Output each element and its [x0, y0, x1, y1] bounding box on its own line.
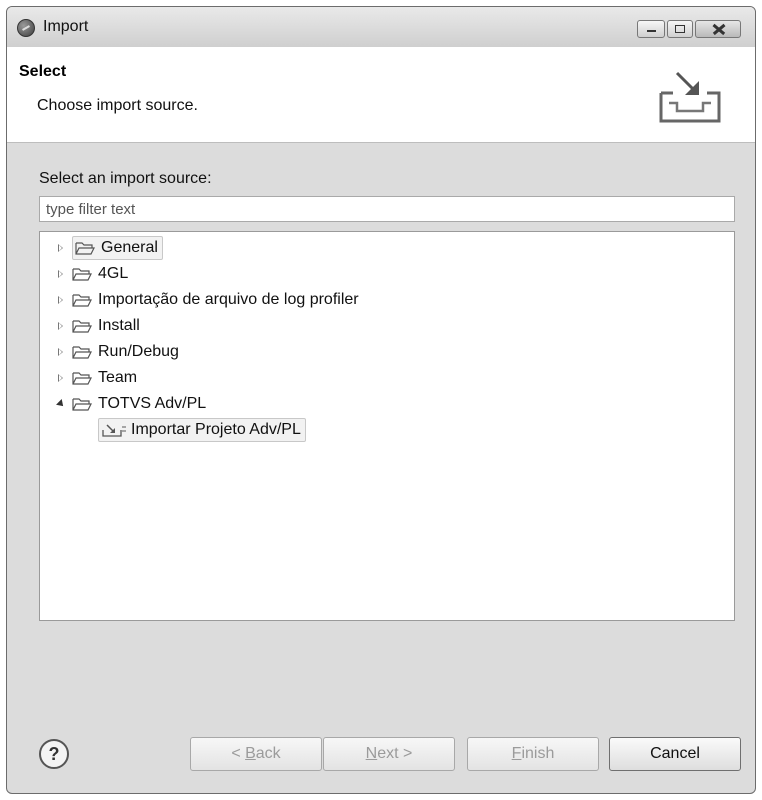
page-title: Select [19, 63, 67, 80]
tree-item-general[interactable]: General [54, 236, 163, 260]
selection-highlight: Importar Projeto Adv/PL [98, 418, 306, 442]
finish-button-mnemonic: F [511, 745, 522, 762]
expand-icon[interactable] [54, 319, 68, 333]
tree-item-label: General [101, 239, 158, 256]
tree-item-label: Team [98, 369, 138, 386]
tree-item-label: 4GL [98, 265, 129, 282]
tree-item-4gl[interactable]: 4GL [54, 262, 128, 286]
folder-icon [72, 398, 92, 411]
import-dialog: Import Select Choose import source. Sele… [6, 6, 756, 794]
filter-input[interactable] [39, 196, 735, 222]
next-button[interactable]: Next > [323, 737, 455, 771]
back-button-label: ack [255, 745, 281, 762]
tree-item-label: Importar Projeto Adv/PL [131, 421, 301, 438]
tree-item-label: TOTVS Adv/PL [98, 395, 207, 412]
next-button-mnemonic: N [365, 745, 378, 762]
page-description: Choose import source. [37, 97, 198, 114]
import-source-tree[interactable]: General 4GL Importação de arquivo de log… [39, 231, 735, 621]
back-button-mnemonic: B [245, 745, 256, 762]
eclipse-icon [17, 19, 35, 37]
tree-item-label: Run/Debug [98, 343, 179, 360]
close-button[interactable] [695, 20, 741, 38]
tree-item-importar-projeto[interactable]: Importar Projeto Adv/PL [98, 418, 306, 442]
back-button-prefix: < [231, 745, 246, 762]
minimize-button[interactable] [637, 20, 665, 38]
tree-item-totvs-advpl[interactable]: TOTVS Adv/PL [54, 392, 206, 416]
folder-icon [72, 346, 92, 359]
cancel-button[interactable]: Cancel [609, 737, 741, 771]
tree-item-log-profiler[interactable]: Importação de arquivo de log profiler [54, 288, 359, 312]
expand-icon[interactable] [54, 241, 68, 255]
expand-icon[interactable] [54, 293, 68, 307]
title-bar: Import [7, 7, 755, 48]
tree-item-team[interactable]: Team [54, 366, 137, 390]
window-title: Import [43, 18, 89, 35]
help-icon[interactable]: ? [39, 739, 69, 769]
selection-highlight: General [72, 236, 163, 260]
collapse-icon[interactable] [54, 397, 68, 411]
folder-icon [72, 268, 92, 281]
wizard-header: Select Choose import source. [7, 47, 755, 143]
tree-item-run-debug[interactable]: Run/Debug [54, 340, 179, 364]
finish-button[interactable]: Finish [467, 737, 599, 771]
import-project-icon [102, 424, 126, 437]
expand-icon[interactable] [54, 267, 68, 281]
expand-icon[interactable] [54, 371, 68, 385]
folder-icon [72, 320, 92, 333]
import-source-label-text: Select an import source: [39, 170, 212, 187]
import-wizard-icon [659, 71, 721, 123]
tree-item-label: Install [98, 317, 140, 334]
finish-button-label: inish [521, 745, 555, 762]
expand-icon[interactable] [54, 345, 68, 359]
tree-item-label: Importação de arquivo de log profiler [98, 291, 359, 308]
tree-item-install[interactable]: Install [54, 314, 140, 338]
import-source-label: Select an import source: [39, 170, 212, 188]
back-button[interactable]: < Back [190, 737, 322, 771]
maximize-button[interactable] [667, 20, 693, 38]
folder-icon [72, 294, 92, 307]
folder-icon [72, 372, 92, 385]
next-button-label: ext > [377, 745, 413, 762]
folder-icon [75, 242, 95, 255]
